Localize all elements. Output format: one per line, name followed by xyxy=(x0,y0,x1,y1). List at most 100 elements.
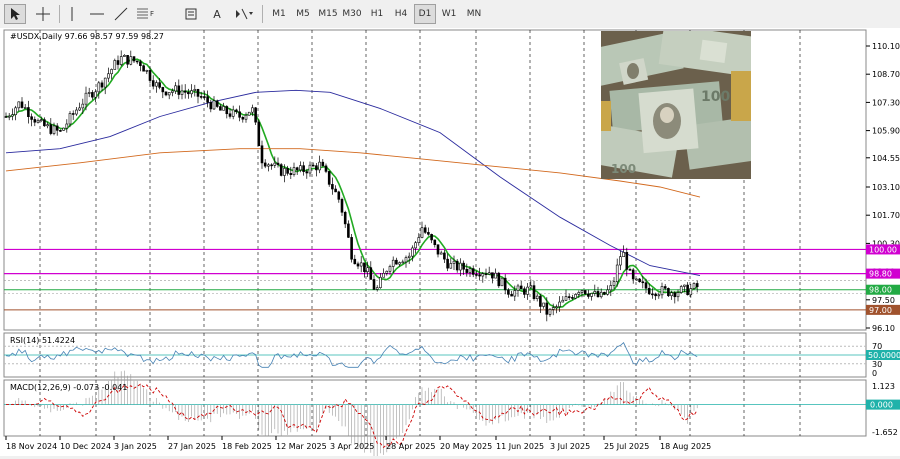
candle-body xyxy=(123,55,126,57)
candle-body xyxy=(571,297,574,299)
candle-body xyxy=(219,106,222,111)
candle-body xyxy=(635,278,638,281)
candle-body xyxy=(407,255,411,258)
candle-body xyxy=(567,296,571,298)
candle-body xyxy=(97,82,101,93)
candle-body xyxy=(539,295,542,307)
cursor-icon[interactable] xyxy=(4,4,26,24)
candle-body xyxy=(321,161,325,167)
timeframe-w1[interactable]: W1 xyxy=(438,4,460,24)
candle-body xyxy=(641,281,645,284)
candle-body xyxy=(33,119,37,123)
chart-window[interactable]: 110.10 108.70 107.30 105.90 104.55 103.10 101.… xyxy=(0,28,900,459)
trendline-icon[interactable] xyxy=(110,4,132,24)
chart-canvas[interactable]: 110.10 108.70 107.30 105.90 104.55 103.10 101.… xyxy=(0,28,900,459)
candle-body xyxy=(347,223,350,238)
date-tick-label: 27 Jan 2025 xyxy=(168,442,216,451)
candle-body xyxy=(545,302,549,315)
text-icon[interactable]: A xyxy=(206,4,228,24)
candle-body xyxy=(590,293,593,297)
candle-body xyxy=(343,211,347,225)
candle-body xyxy=(401,261,405,264)
candle-body xyxy=(292,167,296,175)
candle-body xyxy=(558,301,561,307)
candle-body xyxy=(142,65,145,72)
dollar-banknotes-image: 100 100 xyxy=(601,31,751,179)
candle-body xyxy=(132,56,136,62)
candle-body xyxy=(574,294,577,299)
candle-body xyxy=(564,296,568,301)
candle-body xyxy=(375,287,379,290)
candle-body xyxy=(481,273,485,277)
candle-body xyxy=(203,96,206,98)
candle-body xyxy=(46,124,49,127)
candle-body xyxy=(593,291,597,294)
candle-body xyxy=(625,252,629,270)
candle-body xyxy=(103,77,107,88)
timeframe-h4[interactable]: H4 xyxy=(390,4,412,24)
price-tick-label: 97.50 xyxy=(872,296,895,305)
candle-body xyxy=(279,164,283,176)
candle-body xyxy=(110,69,113,75)
candle-body xyxy=(494,272,497,279)
timeframe-m5[interactable]: M5 xyxy=(292,4,314,24)
candle-body xyxy=(433,239,437,245)
candle-body xyxy=(174,85,177,92)
candle-body xyxy=(436,244,440,255)
candle-body xyxy=(427,232,430,235)
candle-body xyxy=(615,264,619,282)
candle-body xyxy=(107,73,110,79)
candle-body xyxy=(257,121,261,147)
candle-body xyxy=(206,96,209,103)
candle-body xyxy=(510,294,513,297)
label-icon[interactable] xyxy=(180,4,202,24)
candle-body xyxy=(126,55,129,65)
fibonacci-icon[interactable]: F xyxy=(134,4,156,24)
candle-body xyxy=(151,80,155,87)
candle-body xyxy=(388,266,392,272)
shapes-icon[interactable] xyxy=(230,4,258,24)
date-tick-label: 18 Nov 2024 xyxy=(6,442,57,451)
candle-body xyxy=(475,274,478,276)
timeframe-m30[interactable]: M30 xyxy=(340,4,364,24)
candle-body xyxy=(100,82,104,88)
candle-body xyxy=(17,101,21,109)
svg-text:100: 100 xyxy=(611,162,636,176)
date-tick-label: 25 Jul 2025 xyxy=(604,442,649,451)
candle-body xyxy=(663,286,667,289)
candle-body xyxy=(676,292,680,298)
candle-body xyxy=(14,107,17,116)
candle-body xyxy=(190,90,193,95)
candle-body xyxy=(491,272,494,279)
candle-body xyxy=(180,90,184,95)
candle-body xyxy=(286,168,289,174)
date-tick-label: 3 Jul 2025 xyxy=(550,442,590,451)
price-tick-label: 110.10 xyxy=(872,42,900,51)
timeframe-mn[interactable]: MN xyxy=(462,4,486,24)
candle-body xyxy=(542,302,545,307)
candle-body xyxy=(686,284,689,296)
candle-body xyxy=(526,286,529,295)
price-tick-label: 104.55 xyxy=(872,154,900,163)
macd-header: MACD(12,26,9) -0.073 -0.041 xyxy=(10,383,127,392)
candle-body xyxy=(580,290,584,293)
vertical-line-icon[interactable] xyxy=(62,4,82,24)
candle-body xyxy=(583,290,587,295)
candle-body xyxy=(231,109,235,117)
timeframe-m15[interactable]: M15 xyxy=(316,4,340,24)
candle-body xyxy=(439,252,443,255)
date-tick-label: 28 Apr 2025 xyxy=(386,442,435,451)
fibonacci-label: F xyxy=(149,10,155,18)
level-price-label: 98.00 xyxy=(869,286,892,295)
candle-body xyxy=(673,292,677,298)
horizontal-line-icon[interactable] xyxy=(86,4,108,24)
timeframe-d1[interactable]: D1 xyxy=(414,4,436,24)
crosshair-icon[interactable] xyxy=(32,4,54,24)
timeframe-m1[interactable]: M1 xyxy=(268,4,290,24)
candle-body xyxy=(241,116,245,120)
candle-body xyxy=(209,102,213,110)
timeframe-h1[interactable]: H1 xyxy=(366,4,388,24)
candle-body xyxy=(65,123,69,129)
candle-body xyxy=(337,191,341,200)
candle-body xyxy=(647,287,651,295)
